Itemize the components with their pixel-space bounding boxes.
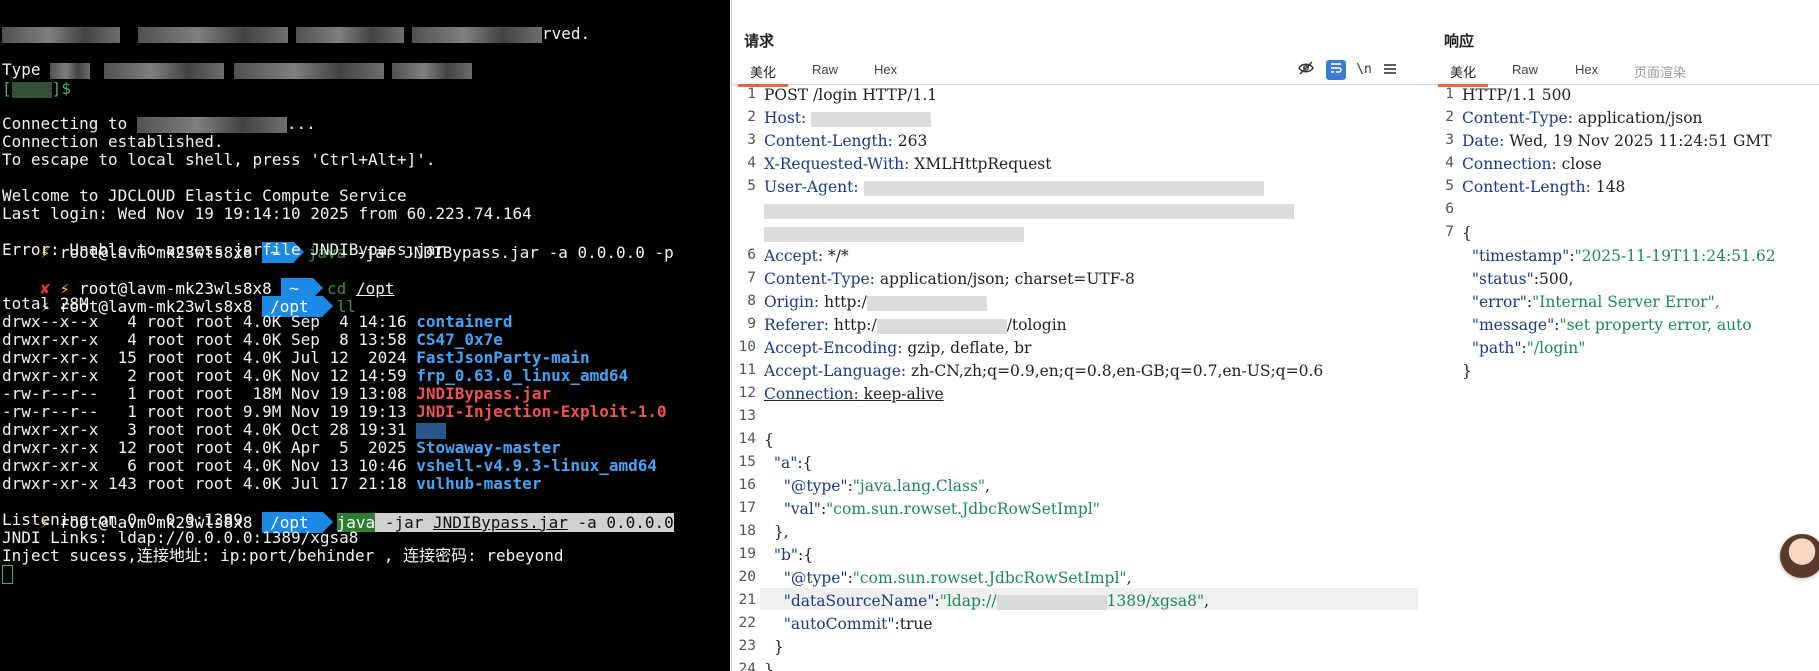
tab-pretty[interactable]: 美化 xyxy=(1437,62,1489,87)
response-tabs: 美化 Raw Hex 页面渲染 xyxy=(1430,58,1819,87)
tab-raw[interactable]: Raw xyxy=(1512,62,1538,77)
menu-icon[interactable] xyxy=(1380,60,1400,80)
assistant-avatar-icon[interactable] xyxy=(1780,534,1819,578)
tab-raw[interactable]: Raw xyxy=(812,62,838,77)
tab-pretty[interactable]: 美化 xyxy=(737,62,789,87)
response-panel: 响应 美化 Raw Hex 页面渲染 1 HTTP/1.1 500 2 Conten… xyxy=(1430,0,1819,671)
terminal-window[interactable]: rved. Type []$ Connecting to ... Connect… xyxy=(0,0,730,671)
request-panel: 请求 美化 Raw Hex \n 1 POST /login HTTP/1.1 2… xyxy=(731,0,1431,671)
request-title: 请求 xyxy=(744,33,775,50)
response-title: 响应 xyxy=(1444,33,1475,50)
request-tabs: 美化 Raw Hex \n xyxy=(732,58,1430,87)
terminal-line: Inject sucess,连接地址: ip:port/behinder , 连… xyxy=(2,546,564,565)
newline-icon[interactable]: \n xyxy=(1354,60,1374,80)
wrap-icon[interactable] xyxy=(1326,60,1346,80)
terminal-line: []$ xyxy=(2,79,71,98)
terminal-line: To escape to local shell, press 'Ctrl+Al… xyxy=(2,150,436,169)
eye-off-icon[interactable] xyxy=(1296,60,1316,80)
terminal-line: rved. xyxy=(2,23,590,44)
tab-render[interactable]: 页面渲染 xyxy=(1634,62,1686,81)
terminal-cursor[interactable] xyxy=(2,563,13,584)
terminal-line: Type xyxy=(2,59,473,80)
tab-hex[interactable]: Hex xyxy=(1575,62,1598,77)
tab-hex[interactable]: Hex xyxy=(874,62,897,77)
